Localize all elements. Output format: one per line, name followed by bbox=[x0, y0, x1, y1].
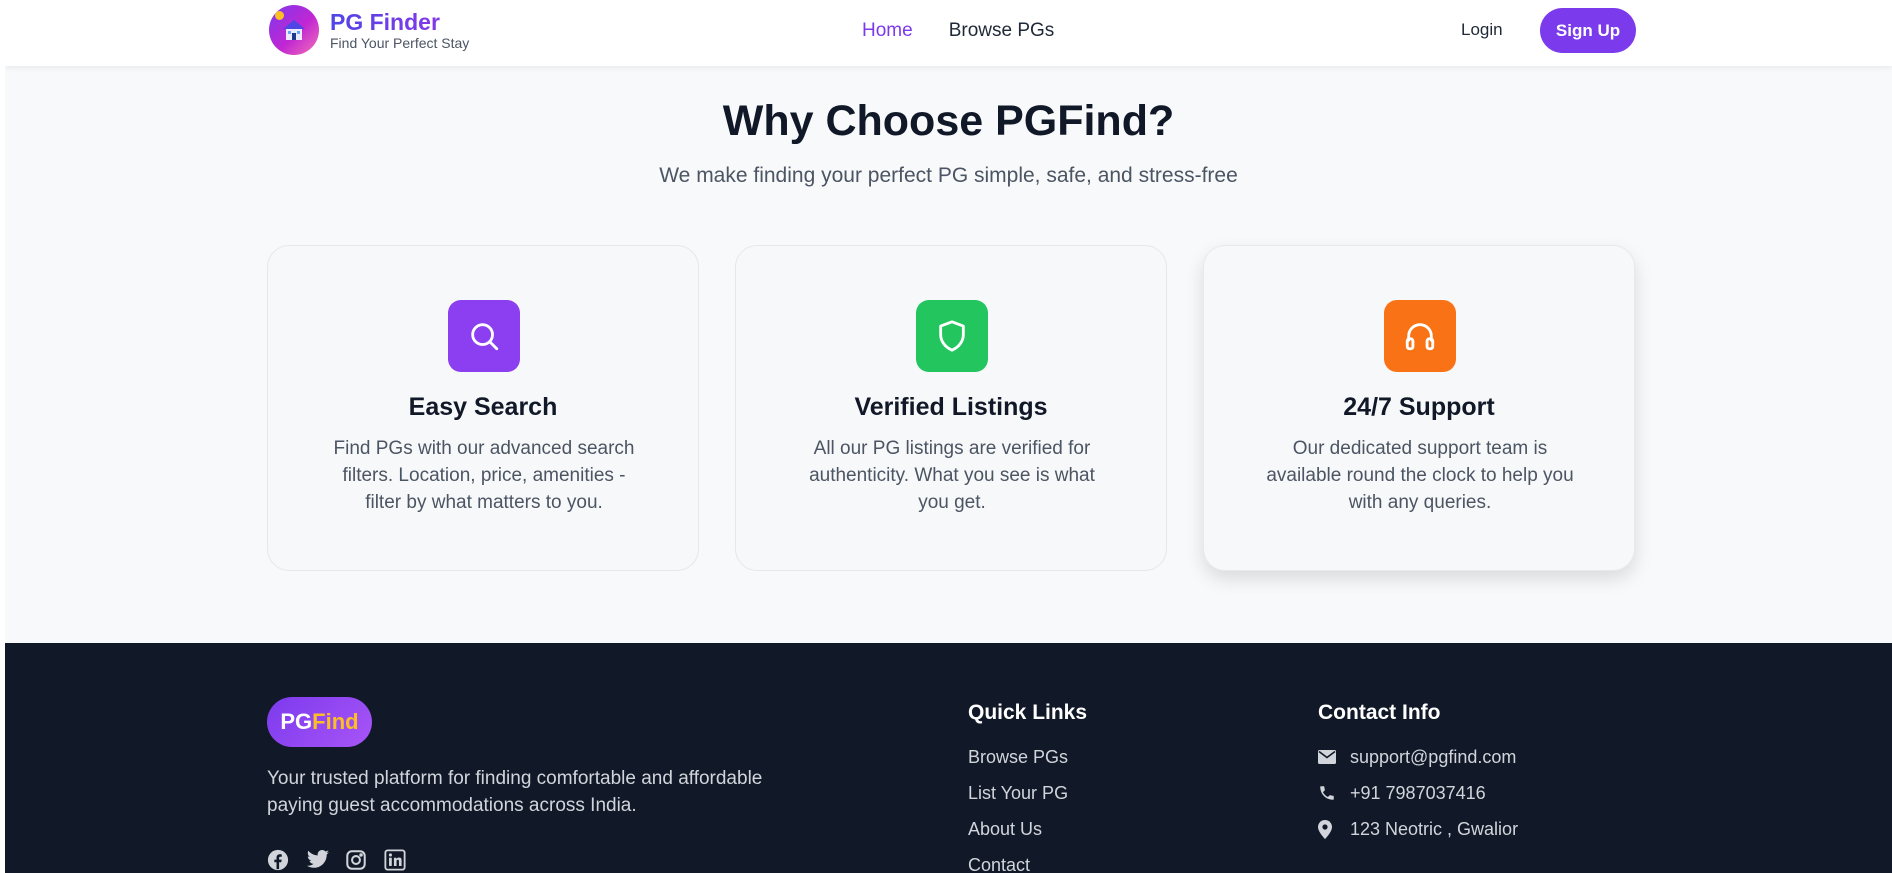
footer: PG Find Your trusted platform for finding… bbox=[5, 643, 1892, 873]
quick-links-list: Browse PGs List Your PG About Us Contact bbox=[968, 746, 1068, 873]
nav-links: Home Browse PGs bbox=[862, 19, 1054, 43]
footer-logo-pg: PG bbox=[280, 709, 313, 734]
shield-icon bbox=[916, 300, 988, 372]
footer-link-list-your-pg[interactable]: List Your PG bbox=[968, 782, 1068, 804]
search-icon bbox=[448, 300, 520, 372]
quick-links-title: Quick Links bbox=[968, 701, 1088, 724]
feature-card-easy-search: Easy Search Find PGs with our advanced s… bbox=[267, 245, 699, 571]
brand-name: PG Finder bbox=[330, 9, 469, 35]
footer-link-about-us[interactable]: About Us bbox=[968, 818, 1068, 840]
card-description: All our PG listings are verified for aut… bbox=[809, 438, 1095, 513]
footer-link-contact[interactable]: Contact bbox=[968, 854, 1068, 873]
footer-logo[interactable]: PG Find bbox=[267, 697, 372, 747]
map-pin-icon bbox=[1318, 818, 1340, 840]
feature-card-support: 24/7 Support Our dedicated support team … bbox=[1203, 245, 1635, 571]
card-title: Easy Search bbox=[408, 393, 558, 421]
section-title: Why Choose PGFind? bbox=[722, 97, 1175, 145]
navbar: PG Finder Find Your Perfect Stay Home Br… bbox=[5, 0, 1892, 66]
contact-info-title: Contact Info bbox=[1318, 701, 1441, 724]
section-subtitle: We make finding your perfect PG simple, … bbox=[659, 164, 1238, 187]
contact-info-list: support@pgfind.com +91 7987037416 123 Ne… bbox=[1318, 746, 1518, 854]
signup-button[interactable]: Sign Up bbox=[1540, 8, 1636, 53]
brand[interactable]: PG Finder Find Your Perfect Stay bbox=[269, 5, 469, 55]
footer-link-browse-pgs[interactable]: Browse PGs bbox=[968, 746, 1068, 768]
contact-address: 123 Neotric , Gwalior bbox=[1350, 819, 1519, 839]
envelope-icon bbox=[1318, 746, 1340, 768]
linkedin-icon[interactable] bbox=[384, 849, 406, 871]
page: PG Finder Find Your Perfect Stay Home Br… bbox=[5, 0, 1892, 873]
house-logo-icon bbox=[269, 5, 319, 55]
instagram-icon[interactable] bbox=[345, 849, 367, 871]
card-description: Find PGs with our advanced search filter… bbox=[333, 438, 635, 513]
card-description: Our dedicated support team is available … bbox=[1266, 438, 1574, 513]
nav-link-home[interactable]: Home bbox=[862, 19, 913, 43]
nav-link-browse-pgs[interactable]: Browse PGs bbox=[949, 19, 1055, 43]
login-link[interactable]: Login bbox=[1461, 19, 1503, 41]
footer-description: Your trusted platform for finding comfor… bbox=[267, 768, 763, 816]
contact-phone[interactable]: +91 7987037416 bbox=[1350, 782, 1486, 804]
feature-card-verified-listings: Verified Listings All our PG listings ar… bbox=[735, 245, 1167, 571]
contact-phone-row: +91 7987037416 bbox=[1318, 782, 1518, 804]
brand-tagline: Find Your Perfect Stay bbox=[330, 34, 470, 51]
card-title: Verified Listings bbox=[854, 393, 1048, 421]
contact-email[interactable]: support@pgfind.com bbox=[1350, 746, 1516, 768]
contact-email-row: support@pgfind.com bbox=[1318, 746, 1518, 768]
phone-icon bbox=[1318, 782, 1340, 804]
twitter-icon[interactable] bbox=[306, 849, 329, 871]
contact-address-row: 123 Neotric , Gwalior bbox=[1318, 818, 1518, 840]
footer-logo-find: Find bbox=[312, 709, 359, 734]
card-title: 24/7 Support bbox=[1343, 393, 1495, 421]
social-links bbox=[267, 849, 406, 871]
facebook-icon[interactable] bbox=[267, 849, 289, 871]
headphones-icon bbox=[1384, 300, 1456, 372]
